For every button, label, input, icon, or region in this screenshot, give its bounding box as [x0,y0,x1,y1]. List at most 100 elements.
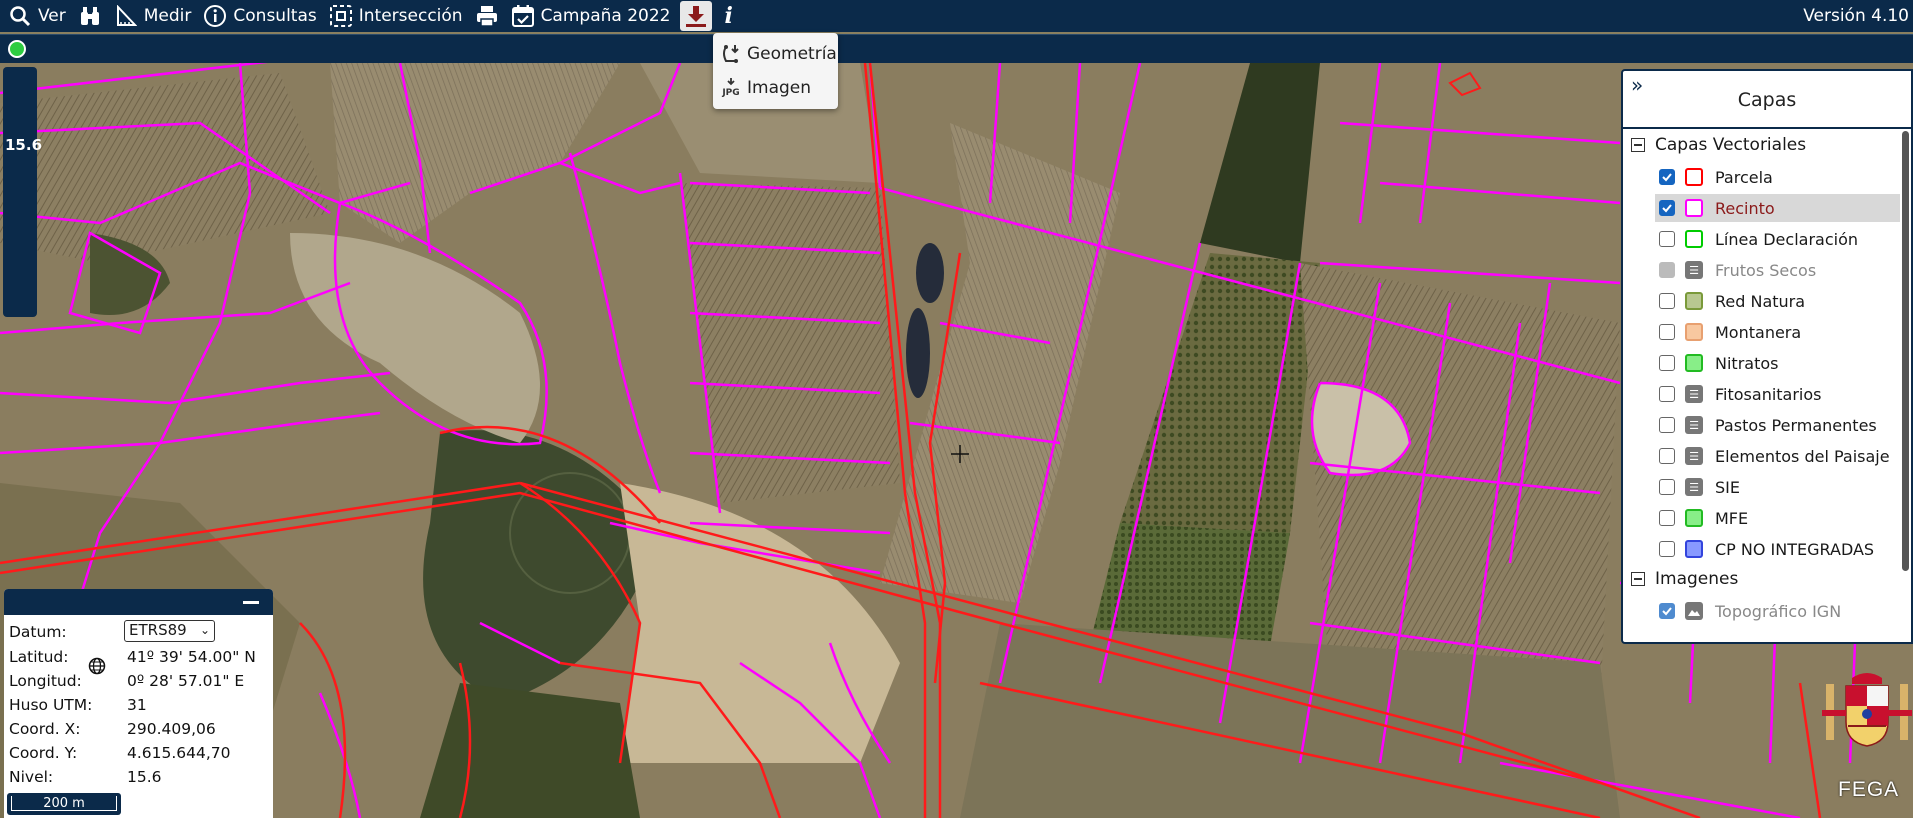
layer-checkbox[interactable] [1659,355,1675,371]
coord-x-label: Coord. X: [9,720,81,738]
scrollbar-thumb[interactable] [1902,131,1909,571]
download-geometria-label: Geometría [747,44,837,64]
legend-list-icon: ☰ [1685,478,1703,496]
datum-label: Datum: [9,623,67,641]
layer-checkbox[interactable] [1659,386,1675,402]
collapse-group-icon[interactable] [1631,572,1645,586]
jpg-download-icon: JPG [719,76,743,100]
collapse-group-icon[interactable] [1631,138,1645,152]
nivel-label: Nivel: [9,768,54,786]
layer-name: Línea Declaración [1715,229,1858,249]
campana-label: Campaña 2022 [540,6,671,26]
search-icon [8,4,32,28]
group-label: Imagenes [1655,569,1739,589]
layer-swatch [1685,230,1703,248]
group-capas-vectoriales[interactable]: Capas Vectoriales [1631,135,1806,155]
datum-value: ETRS89 [129,621,187,639]
geometry-download-icon [719,42,743,66]
download-imagen-label: Imagen [747,78,812,98]
layer-fitosanitarios[interactable]: ☰ Fitosanitarios [1655,380,1900,408]
version-label: Versión 4.10 [1803,6,1909,26]
download-geometria-item[interactable]: Geometría [713,37,838,71]
globe-icon[interactable] [88,657,106,679]
layer-pastos-permanentes[interactable]: ☰ Pastos Permanentes [1655,411,1900,439]
layer-checkbox[interactable] [1659,417,1675,433]
group-imagenes[interactable]: Imagenes [1631,569,1738,589]
layer-swatch [1685,292,1703,310]
layer-name: Recinto [1715,198,1775,218]
fega-logo: FEGA [1838,778,1900,801]
field [1300,263,1620,703]
status-indicator-icon [8,40,26,58]
layer-mfe[interactable]: MFE [1655,504,1900,532]
layer-name: Pastos Permanentes [1715,415,1877,435]
layer-elementos-paisaje[interactable]: ☰ Elementos del Paisaje [1655,442,1900,470]
layer-sie[interactable]: ☰ SIE [1655,473,1900,501]
layer-frutos-secos[interactable]: ☰ Frutos Secos [1655,256,1900,284]
datum-select[interactable]: ETRS89 ⌄ [124,620,215,642]
binoculars-button[interactable] [72,0,108,32]
legend-list-icon: ☰ [1685,447,1703,465]
huso-label: Huso UTM: [9,696,93,714]
info-icon: i [724,3,733,29]
ver-button[interactable]: Ver [2,0,72,32]
print-icon [475,4,499,28]
layer-checkbox[interactable] [1659,293,1675,309]
huso-value: 31 [127,696,147,714]
layer-name: SIE [1715,477,1740,497]
longitud-row: Longitud: 0º 28' 57.01" E [9,672,244,690]
layer-topografico-ign[interactable]: Topográfico IGN [1655,597,1900,625]
layer-checkbox[interactable] [1659,324,1675,340]
layer-nitratos[interactable]: Nitratos [1655,349,1900,377]
calendar-check-icon [511,4,535,28]
print-button[interactable] [469,0,505,32]
coord-y-value: 4.615.644,70 [127,744,231,762]
layer-checkbox[interactable] [1659,231,1675,247]
download-button[interactable] [680,1,713,31]
consultas-button[interactable]: Consultas [197,0,322,32]
legend-list-icon: ☰ [1685,385,1703,403]
info-button[interactable]: i [718,0,738,32]
download-imagen-item[interactable]: JPG Imagen [713,71,838,105]
legend-list-icon: ☰ [1685,416,1703,434]
zoom-level: 15.6 [5,136,43,154]
layer-red-natura[interactable]: Red Natura [1655,287,1900,315]
layer-checkbox[interactable] [1659,169,1675,185]
image-layer-icon [1685,602,1703,620]
medir-button[interactable]: Medir [108,0,198,32]
layer-linea-declaracion[interactable]: Línea Declaración [1655,225,1900,253]
layer-checkbox[interactable] [1659,448,1675,464]
layer-checkbox[interactable] [1659,603,1675,619]
layer-checkbox[interactable] [1659,479,1675,495]
scale-label: 200 m [11,796,117,811]
campana-button[interactable]: Campaña 2022 [505,0,677,32]
layer-checkbox[interactable] [1659,541,1675,557]
download-icon [684,4,708,28]
interseccion-button[interactable]: Intersección [323,0,469,32]
pond [916,243,944,303]
ruler-icon [114,4,138,28]
panel-divider [1623,127,1911,129]
nivel-row: Nivel: 15.6 [9,768,162,786]
minimize-icon[interactable] [243,601,259,604]
layer-checkbox[interactable] [1659,262,1675,278]
layer-cp-no-integradas[interactable]: CP NO INTEGRADAS [1655,535,1900,563]
status-bar [0,34,1913,63]
layer-name: Nitratos [1715,353,1779,373]
coord-y-label: Coord. Y: [9,744,78,762]
layer-checkbox[interactable] [1659,200,1675,216]
zoom-slider[interactable]: 15.6 [3,67,42,317]
layer-checkbox[interactable] [1659,510,1675,526]
layer-name: Montanera [1715,322,1802,342]
layer-swatch [1685,199,1703,217]
layers-scrollbar[interactable] [1902,131,1909,631]
layer-recinto[interactable]: Recinto [1655,194,1900,222]
ver-label: Ver [38,6,66,26]
layer-swatch [1685,354,1703,372]
layers-panel-title: Capas [1737,89,1797,111]
layers-panel: » Capas Capas Vectoriales Parcela Recint… [1621,69,1913,644]
layer-parcela[interactable]: Parcela [1655,163,1900,191]
coordinates-panel: Datum: ETRS89 ⌄ Latitud: 41º 39' 54.00" … [4,589,273,818]
coord-y-row: Coord. Y: 4.615.644,70 [9,744,231,762]
layer-montanera[interactable]: Montanera [1655,318,1900,346]
